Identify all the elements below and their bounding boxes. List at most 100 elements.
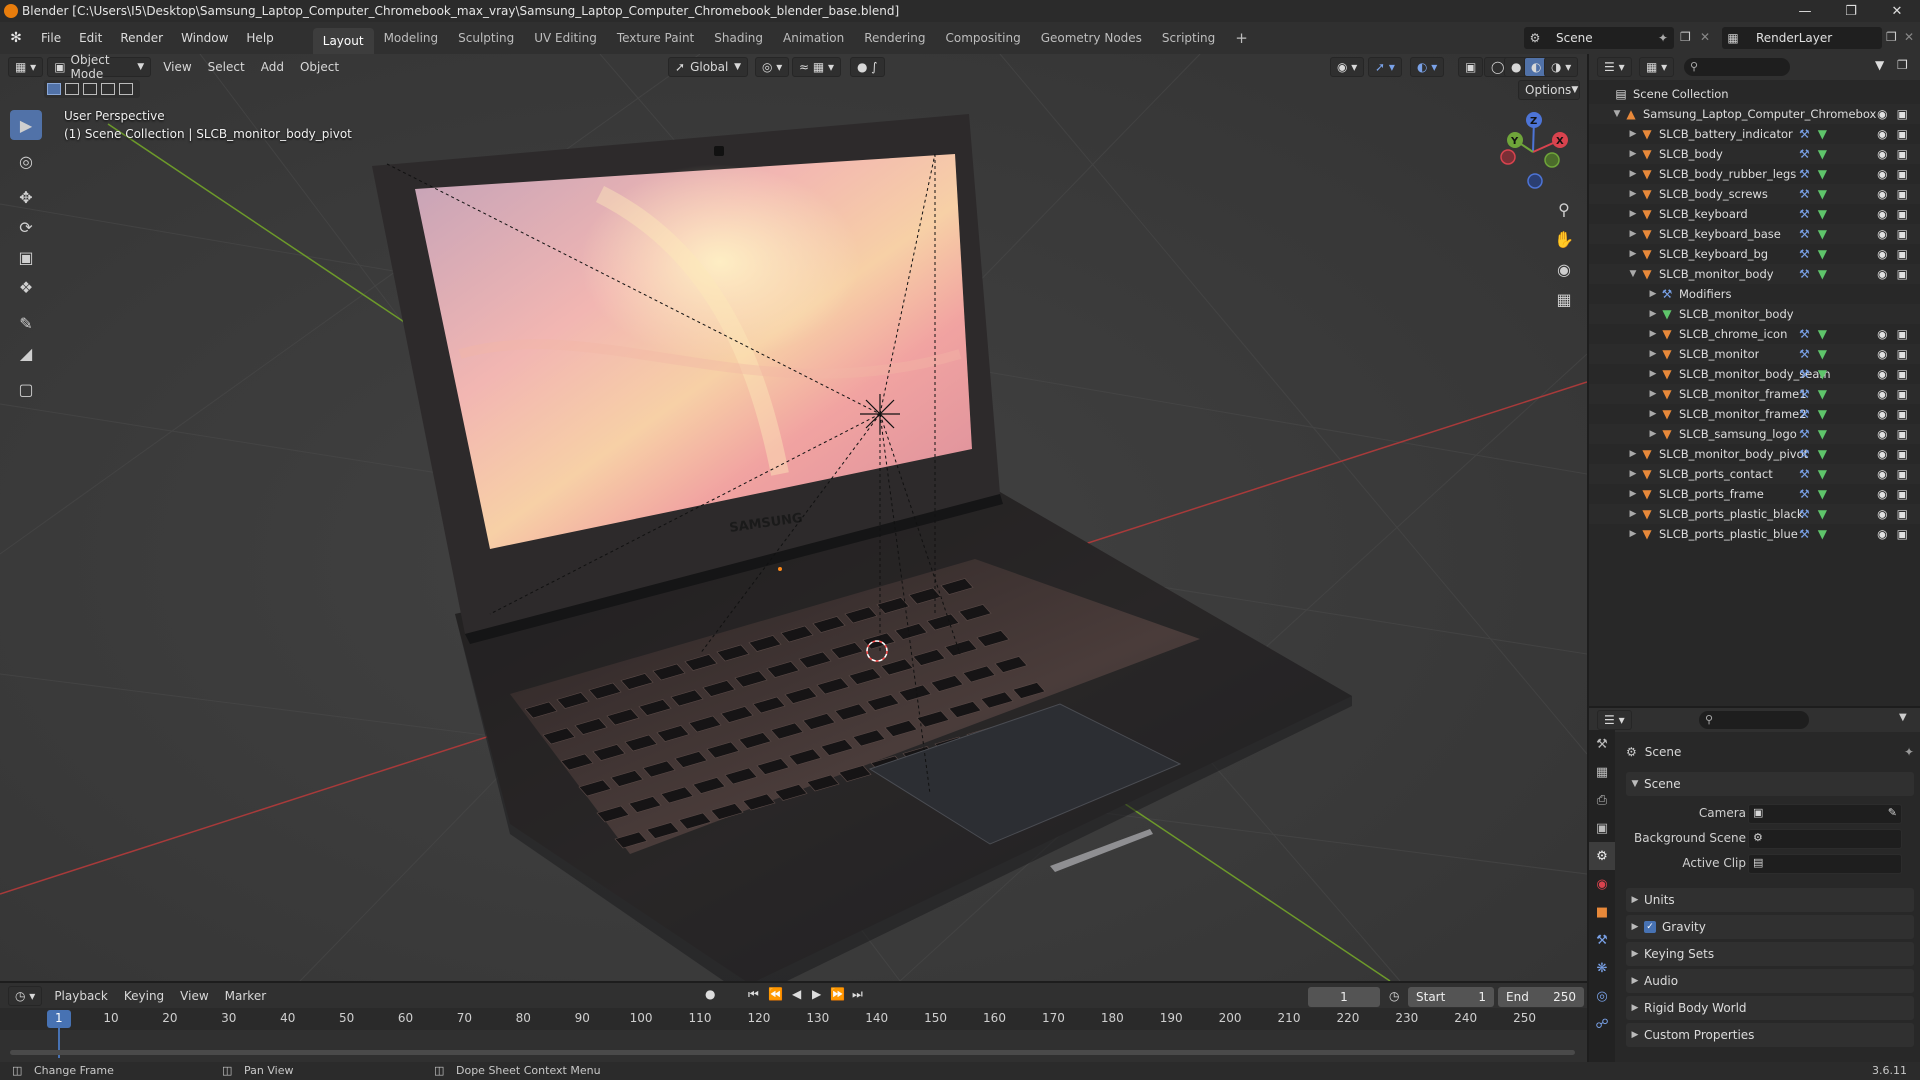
subpanel-header[interactable]: ▶ Keying Sets [1626,942,1914,966]
camera-render-icon[interactable]: ▣ [1897,447,1908,461]
pan-hand-icon[interactable]: ✋ [1550,224,1578,254]
tab-shading[interactable]: Shading [704,22,773,54]
modifier-badge-icon[interactable]: ⚒ ▼ [1799,127,1827,141]
add-cube-tool[interactable]: ▢ [10,374,42,404]
camera-render-icon[interactable]: ▣ [1897,327,1908,341]
tool-tab-icon[interactable]: ⚒ [1589,730,1615,758]
modifier-badge-icon[interactable]: ⚒ ▼ [1799,387,1827,401]
tab-scripting[interactable]: Scripting [1152,22,1225,54]
object-mode-dropdown[interactable]: ▣ Object Mode ▼ [47,53,152,81]
end-frame-field[interactable]: End 250 [1498,987,1584,1007]
eye-icon[interactable]: ◉ [1877,267,1887,281]
overlay-toggle[interactable]: ◐ ▾ [1410,57,1445,77]
modifier-badge-icon[interactable]: ⚒ ▼ [1799,427,1827,441]
eye-icon[interactable]: ◉ [1877,487,1887,501]
new-collection-icon[interactable]: ❐ [1897,58,1908,72]
disclosure-icon[interactable]: ▶ [1647,369,1659,379]
scale-tool[interactable]: ▣ [10,242,42,272]
play-reverse-icon[interactable]: ◀ [792,987,801,1001]
active-clip-field[interactable]: ▤ [1748,854,1902,874]
disclosure-icon[interactable]: ▶ [1627,209,1639,219]
filter-icon[interactable]: ▼ [1875,58,1884,72]
outliner-collection[interactable]: ▼ ▲ Samsung_Laptop_Computer_Chromebox ◉ ▣ [1589,104,1920,124]
render-tab-icon[interactable]: ▦ [1589,758,1615,786]
select-extend-icon[interactable] [65,83,79,95]
tab-geometry-nodes[interactable]: Geometry Nodes [1031,22,1152,54]
viewport-menu-view[interactable]: View [155,60,199,74]
eye-icon[interactable]: ◉ [1877,387,1887,401]
outliner-item[interactable]: ▶ ▼ SLCB_ports_plastic_blue ⚒ ▼ ◉ ▣ [1589,524,1920,544]
disclosure-icon[interactable]: ▶ [1627,169,1639,179]
minimize-button[interactable]: — [1782,0,1828,22]
modifier-badge-icon[interactable]: ⚒ ▼ [1799,527,1827,541]
camera-render-icon[interactable]: ▣ [1897,167,1908,181]
modifier-badge-icon[interactable]: ⚒ ▼ [1799,227,1827,241]
eye-icon[interactable]: ◉ [1877,147,1887,161]
select-box-tool[interactable]: ▶ [10,110,42,140]
modifier-badge-icon[interactable]: ⚒ ▼ [1799,507,1827,521]
disclosure-icon[interactable]: ▶ [1627,489,1639,499]
cursor-tool[interactable]: ◎ [10,146,42,176]
blender-menu-icon[interactable]: ✻ [0,30,32,46]
menu-render[interactable]: Render [111,22,172,54]
camera-render-icon[interactable]: ▣ [1897,527,1908,541]
physics-tab-icon[interactable]: ◎ [1589,982,1615,1010]
viewport-menu-select[interactable]: Select [200,60,253,74]
outliner-item[interactable]: ▶ ▼ SLCB_keyboard ⚒ ▼ ◉ ▣ [1589,204,1920,224]
disclosure-icon[interactable]: ▶ [1647,289,1659,299]
modifier-badge-icon[interactable]: ⚒ ▼ [1799,187,1827,201]
eye-icon[interactable]: ◉ [1877,507,1887,521]
camera-render-icon[interactable]: ▣ [1897,207,1908,221]
view-layer-selector[interactable]: ▦ RenderLayer [1722,27,1882,49]
background-scene-field[interactable]: ⚙ [1748,829,1902,849]
stopwatch-icon[interactable]: ◷ [1389,989,1399,1003]
eye-icon[interactable]: ◉ [1877,427,1887,441]
constraints-tab-icon[interactable]: ☍ [1589,1010,1615,1038]
tab-animation[interactable]: Animation [773,22,854,54]
modifier-badge-icon[interactable]: ⚒ ▼ [1799,207,1827,221]
modifier-badge-icon[interactable]: ⚒ ▼ [1799,487,1827,501]
select-new-icon[interactable] [47,83,61,95]
modifier-badge-icon[interactable]: ⚒ ▼ [1799,407,1827,421]
ortho-grid-icon[interactable]: ▦ [1550,284,1578,314]
camera-render-icon[interactable]: ▣ [1897,507,1908,521]
new-layer-icon[interactable]: ❐ [1886,30,1897,44]
modifier-badge-icon[interactable]: ⚒ ▼ [1799,327,1827,341]
outliner-child[interactable]: ▶ ▼ SLCB_monitor_body_seam ⚒ ▼ ◉ ▣ [1589,364,1920,384]
snap-toggle[interactable]: ≈ ▦ ▾ [792,57,842,77]
checkbox-icon[interactable]: ✓ [1644,921,1656,933]
eye-icon[interactable]: ◉ [1877,527,1887,541]
jump-end-icon[interactable]: ⏭ [852,987,863,1002]
disclosure-icon[interactable]: ▶ [1627,229,1639,239]
eye-icon[interactable]: ◉ [1877,327,1887,341]
outliner-search-field[interactable]: ⚲ [1684,58,1790,76]
camera-render-icon[interactable]: ▣ [1897,107,1908,121]
play-icon[interactable]: ▶ [812,987,821,1001]
viewport-menu-add[interactable]: Add [253,60,292,74]
eye-icon[interactable]: ◉ [1877,407,1887,421]
object-tab-icon[interactable]: ■ [1589,898,1615,926]
modifier-badge-icon[interactable]: ⚒ ▼ [1799,367,1827,381]
navigation-gizmo[interactable]: Z X Y [1490,110,1570,192]
delete-scene-icon[interactable]: ✕ [1700,30,1710,44]
modifier-badge-icon[interactable]: ⚒ ▼ [1799,247,1827,261]
outliner-child[interactable]: ▶ ▼ SLCB_monitor ⚒ ▼ ◉ ▣ [1589,344,1920,364]
timeline-editor-type[interactable]: ◷ ▾ [8,986,43,1006]
camera-render-icon[interactable]: ▣ [1897,227,1908,241]
world-tab-icon[interactable]: ◉ [1589,870,1615,898]
outliner-item[interactable]: ▶ ▼ SLCB_monitor_body_pivot ⚒ ▼ ◉ ▣ [1589,444,1920,464]
disclosure-icon[interactable]: ▶ [1647,389,1659,399]
outliner-item[interactable]: ▶ ▼ SLCB_keyboard_base ⚒ ▼ ◉ ▣ [1589,224,1920,244]
camera-render-icon[interactable]: ▣ [1897,127,1908,141]
eye-icon[interactable]: ◉ [1877,447,1887,461]
timeline-menu-playback[interactable]: Playback [46,989,116,1003]
next-keyframe-icon[interactable]: ⏩ [830,987,845,1001]
modifier-badge-icon[interactable]: ⚒ ▼ [1799,267,1827,281]
eyedropper-icon[interactable]: ✎ [1888,806,1897,819]
transform-tool[interactable]: ❖ [10,272,42,302]
record-icon[interactable]: ● [705,987,715,1001]
eye-icon[interactable]: ◉ [1877,207,1887,221]
close-button[interactable]: ✕ [1874,0,1920,22]
measure-tool[interactable]: ◢ [10,338,42,368]
menu-edit[interactable]: Edit [70,22,111,54]
